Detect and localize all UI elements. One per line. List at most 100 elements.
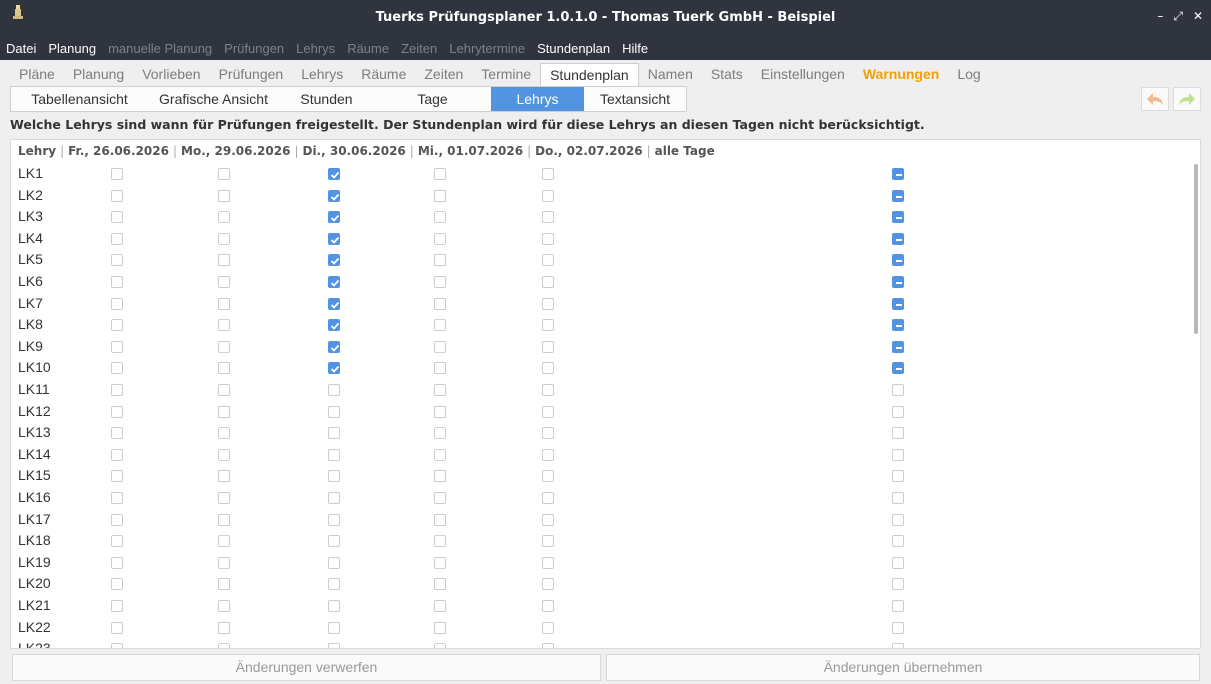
day-checkbox[interactable] <box>218 513 230 526</box>
day-checkbox[interactable] <box>434 362 446 375</box>
day-checkbox[interactable] <box>328 643 340 648</box>
day-checkbox[interactable] <box>328 254 340 267</box>
day-checkbox[interactable] <box>434 189 446 202</box>
day-checkbox[interactable] <box>218 297 230 310</box>
menu-stundenplan[interactable]: Stundenplan <box>531 38 616 60</box>
day-checkbox[interactable] <box>542 254 554 267</box>
tab-stundenplan[interactable]: Stundenplan <box>540 63 639 86</box>
day-checkbox[interactable] <box>434 470 446 483</box>
day-checkbox[interactable] <box>218 578 230 591</box>
day-checkbox[interactable] <box>542 319 554 332</box>
day-checkbox[interactable] <box>328 427 340 440</box>
day-checkbox[interactable] <box>542 427 554 440</box>
day-checkbox[interactable] <box>328 448 340 461</box>
menu-hilfe[interactable]: Hilfe <box>616 38 654 60</box>
close-icon[interactable]: ✕ <box>1193 9 1203 24</box>
day-checkbox[interactable] <box>542 211 554 224</box>
day-checkbox[interactable] <box>328 211 340 224</box>
day-checkbox[interactable] <box>218 470 230 483</box>
day-checkbox[interactable] <box>542 384 554 396</box>
day-checkbox[interactable] <box>218 556 230 569</box>
day-checkbox[interactable] <box>434 254 446 267</box>
day-checkbox[interactable] <box>434 168 446 180</box>
day-checkbox[interactable] <box>328 556 340 569</box>
day-checkbox[interactable] <box>328 600 340 612</box>
column-header-alle-tage[interactable]: alle Tage <box>655 144 715 158</box>
column-header-mo-29-06-2026[interactable]: Mo., 29.06.2026 <box>181 144 290 158</box>
day-checkbox[interactable] <box>434 232 446 245</box>
column-header-di-30-06-2026[interactable]: Di., 30.06.2026 <box>302 144 405 158</box>
day-checkbox[interactable] <box>218 168 230 180</box>
day-checkbox[interactable] <box>542 168 554 180</box>
day-checkbox[interactable] <box>434 513 446 526</box>
all-days-checkbox[interactable] <box>892 535 904 548</box>
day-checkbox[interactable] <box>542 470 554 483</box>
day-checkbox[interactable] <box>111 621 123 634</box>
day-checkbox[interactable] <box>328 340 340 353</box>
day-checkbox[interactable] <box>218 232 230 245</box>
all-days-checkbox[interactable] <box>892 448 904 461</box>
day-checkbox[interactable] <box>328 384 340 396</box>
subtab-tage[interactable]: Tage <box>374 87 491 111</box>
day-checkbox[interactable] <box>111 276 123 288</box>
tab-warnungen[interactable]: Warnungen <box>854 63 948 86</box>
tab-namen[interactable]: Namen <box>639 63 702 86</box>
day-checkbox[interactable] <box>328 232 340 245</box>
day-checkbox[interactable] <box>542 600 554 612</box>
day-checkbox[interactable] <box>434 297 446 310</box>
day-checkbox[interactable] <box>328 168 340 180</box>
all-days-checkbox[interactable] <box>892 470 904 483</box>
day-checkbox[interactable] <box>434 384 446 396</box>
day-checkbox[interactable] <box>111 362 123 375</box>
day-checkbox[interactable] <box>542 621 554 634</box>
day-checkbox[interactable] <box>218 427 230 440</box>
all-days-checkbox[interactable] <box>892 621 904 634</box>
day-checkbox[interactable] <box>434 578 446 591</box>
day-checkbox[interactable] <box>542 405 554 418</box>
tab-vorlieben[interactable]: Vorlieben <box>133 63 209 86</box>
day-checkbox[interactable] <box>111 513 123 526</box>
tab-einstellungen[interactable]: Einstellungen <box>752 63 854 86</box>
day-checkbox[interactable] <box>434 448 446 461</box>
day-checkbox[interactable] <box>434 405 446 418</box>
vertical-scrollbar[interactable] <box>1194 164 1198 334</box>
day-checkbox[interactable] <box>434 535 446 548</box>
day-checkbox[interactable] <box>218 384 230 396</box>
day-checkbox[interactable] <box>111 643 123 648</box>
day-checkbox[interactable] <box>218 448 230 461</box>
day-checkbox[interactable] <box>328 470 340 483</box>
day-checkbox[interactable] <box>434 211 446 224</box>
day-checkbox[interactable] <box>218 492 230 504</box>
day-checkbox[interactable] <box>542 578 554 591</box>
tab-stats[interactable]: Stats <box>702 63 752 86</box>
all-days-checkbox[interactable] <box>892 189 904 202</box>
day-checkbox[interactable] <box>111 600 123 612</box>
day-checkbox[interactable] <box>111 297 123 310</box>
day-checkbox[interactable] <box>111 535 123 548</box>
day-checkbox[interactable] <box>434 621 446 634</box>
subtab-lehrys[interactable]: Lehrys <box>491 87 584 111</box>
day-checkbox[interactable] <box>434 643 446 648</box>
day-checkbox[interactable] <box>218 211 230 224</box>
day-checkbox[interactable] <box>542 340 554 353</box>
day-checkbox[interactable] <box>542 513 554 526</box>
day-checkbox[interactable] <box>218 362 230 375</box>
maximize-icon[interactable]: ⤢ <box>1173 9 1183 24</box>
day-checkbox[interactable] <box>218 254 230 267</box>
all-days-checkbox[interactable] <box>892 643 904 648</box>
subtab-tabellenansicht[interactable]: Tabellenansicht <box>11 87 148 111</box>
day-checkbox[interactable] <box>434 319 446 332</box>
subtab-textansicht[interactable]: Textansicht <box>584 87 686 111</box>
all-days-checkbox[interactable] <box>892 492 904 504</box>
day-checkbox[interactable] <box>218 643 230 648</box>
all-days-checkbox[interactable] <box>892 276 904 288</box>
day-checkbox[interactable] <box>218 535 230 548</box>
discard-changes-button[interactable]: Änderungen verwerfen <box>12 654 601 681</box>
tab-pruefungen[interactable]: Prüfungen <box>210 63 293 86</box>
day-checkbox[interactable] <box>328 319 340 332</box>
day-checkbox[interactable] <box>111 340 123 353</box>
day-checkbox[interactable] <box>542 492 554 504</box>
day-checkbox[interactable] <box>111 211 123 224</box>
day-checkbox[interactable] <box>328 405 340 418</box>
day-checkbox[interactable] <box>542 362 554 375</box>
